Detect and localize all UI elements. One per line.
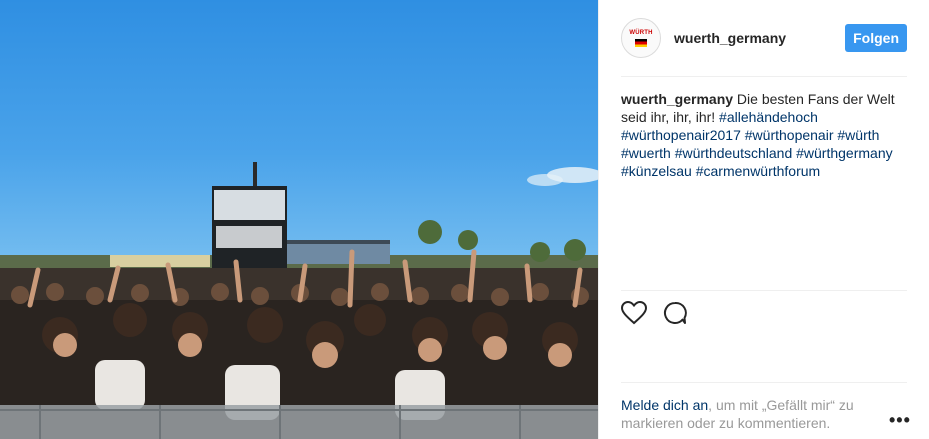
divider bbox=[621, 382, 907, 383]
avatar[interactable]: WÜRTH bbox=[621, 18, 661, 58]
hashtag-link[interactable]: #würthopenair bbox=[745, 127, 834, 143]
hashtag-link[interactable]: #carmenwürthforum bbox=[696, 163, 821, 179]
hashtag-link[interactable]: #würthdeutschland bbox=[675, 145, 793, 161]
caption-username-link[interactable]: wuerth_germany bbox=[621, 91, 733, 107]
hashtag-link[interactable]: #würthgermany bbox=[796, 145, 893, 161]
post-header: WÜRTH wuerth_germany Folgen bbox=[621, 14, 907, 62]
hashtag-link[interactable]: #künzelsau bbox=[621, 163, 692, 179]
login-prompt: Melde dich an, um mit „Gefällt mir“ zu m… bbox=[621, 396, 861, 432]
like-heart-icon[interactable] bbox=[621, 301, 647, 325]
german-flag-icon bbox=[635, 38, 647, 47]
hashtag-link[interactable]: #allehändehoch bbox=[719, 109, 818, 125]
post-actions bbox=[621, 300, 687, 326]
post-caption: wuerth_germany Die besten Fans der Welt … bbox=[621, 90, 907, 180]
instagram-post: WÜRTH wuerth_germany Folgen wuerth_germa… bbox=[0, 0, 929, 439]
brand-logo: WÜRTH bbox=[629, 29, 653, 36]
hashtag-link[interactable]: #würth bbox=[837, 127, 879, 143]
hashtag-link[interactable]: #wuerth bbox=[621, 145, 671, 161]
post-photo[interactable] bbox=[0, 0, 598, 439]
follow-button[interactable]: Folgen bbox=[845, 24, 907, 52]
divider bbox=[621, 76, 907, 77]
comment-icon[interactable] bbox=[663, 301, 687, 325]
post-sidebar: WÜRTH wuerth_germany Folgen wuerth_germa… bbox=[598, 0, 929, 439]
hashtag-link[interactable]: #würthopenair2017 bbox=[621, 127, 741, 143]
more-options-icon[interactable]: ••• bbox=[889, 410, 911, 431]
username-link[interactable]: wuerth_germany bbox=[674, 30, 786, 46]
divider bbox=[621, 290, 907, 291]
concert-crowd-image bbox=[0, 162, 598, 439]
login-link[interactable]: Melde dich an bbox=[621, 397, 708, 413]
